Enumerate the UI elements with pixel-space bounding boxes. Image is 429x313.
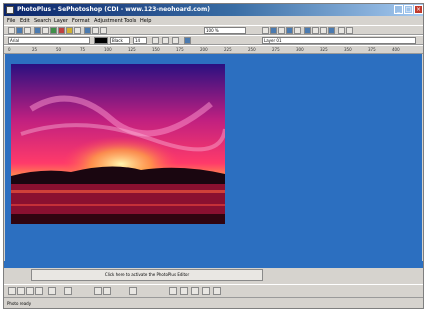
- new-icon[interactable]: [8, 27, 15, 34]
- menu-item-tools[interactable]: Tools: [124, 18, 136, 24]
- bold-icon[interactable]: [152, 37, 159, 44]
- ruler-tick: 100: [104, 47, 112, 52]
- color-swatch[interactable]: [94, 37, 108, 44]
- align-left-icon[interactable]: [262, 27, 269, 34]
- align-center-icon[interactable]: [270, 27, 277, 34]
- open-icon[interactable]: [16, 27, 23, 34]
- app-window: PhotoPlus - SePhotoshop (CDI - www.123-n…: [3, 3, 424, 309]
- ruler-tick: 200: [200, 47, 208, 52]
- menu-item-search[interactable]: Search: [34, 18, 51, 24]
- ruler-tick: 25: [32, 47, 38, 52]
- ruler-tick: 75: [80, 47, 86, 52]
- layer-select[interactable]: Layer 01: [262, 37, 416, 44]
- title-bar[interactable]: PhotoPlus - SePhotoshop (CDI - www.123-n…: [4, 4, 423, 16]
- minimize-icon[interactable]: _: [394, 5, 403, 14]
- color-icon[interactable]: [320, 27, 327, 34]
- fill-tool-icon[interactable]: [202, 287, 210, 295]
- menu-bar: File Edit Search Layer Format Adjustment…: [4, 16, 423, 25]
- hand-icon[interactable]: [100, 27, 107, 34]
- justify-icon[interactable]: [286, 27, 293, 34]
- canvas-footer: [4, 261, 423, 268]
- ruler-tick: 375: [368, 47, 376, 52]
- menu-item-layer[interactable]: Layer: [54, 18, 68, 24]
- ruler-tick: 0: [8, 47, 11, 52]
- eraser-tool-icon[interactable]: [35, 287, 43, 295]
- menu-item-file[interactable]: File: [7, 18, 15, 24]
- maximize-icon[interactable]: □: [404, 5, 413, 14]
- copy-icon[interactable]: [50, 27, 57, 34]
- ruler-tick: 400: [392, 47, 400, 52]
- editor-canvas[interactable]: [5, 54, 422, 261]
- shape-tool-icon[interactable]: [48, 287, 56, 295]
- crop-tool-icon[interactable]: [17, 287, 25, 295]
- image-icon[interactable]: [184, 37, 191, 44]
- bottom-toolbar: [4, 284, 423, 296]
- zoom-field[interactable]: 100 %: [204, 27, 246, 34]
- ruler-tick: 275: [272, 47, 280, 52]
- ruler-tick: 225: [224, 47, 232, 52]
- format-toolbar: Arial Black 14 Layer 01: [4, 35, 423, 45]
- menu-item-help[interactable]: Help: [140, 18, 151, 24]
- status-bar: Photo ready: [4, 297, 423, 308]
- standard-toolbar: 100 %: [4, 25, 423, 35]
- close-icon[interactable]: ×: [414, 5, 423, 14]
- ruler-tick: 150: [152, 47, 160, 52]
- bullets-icon[interactable]: [294, 27, 301, 34]
- menu-item-format[interactable]: Format: [72, 18, 90, 24]
- fill-icon[interactable]: [328, 27, 335, 34]
- activate-editor-button[interactable]: Click here to activate the PhotoPlus Edi…: [31, 269, 263, 281]
- redo-icon[interactable]: [84, 27, 91, 34]
- save-icon[interactable]: [24, 27, 31, 34]
- menu-item-adjustment[interactable]: Adjustment: [94, 18, 123, 24]
- cut-icon[interactable]: [42, 27, 49, 34]
- ruler: 0 25 50 75 100 125 150 175 200 225 250 2…: [4, 45, 423, 54]
- font-select[interactable]: Arial: [8, 37, 90, 44]
- ruler-tick: 300: [296, 47, 304, 52]
- rectangle-tool-icon[interactable]: [180, 287, 188, 295]
- ruler-tick: 125: [128, 47, 136, 52]
- app-icon[interactable]: [6, 6, 14, 14]
- gradient-tool-icon[interactable]: [129, 287, 137, 295]
- text-tool-icon[interactable]: [94, 287, 102, 295]
- paste-icon[interactable]: [58, 27, 65, 34]
- magic-tool-icon[interactable]: [213, 287, 221, 295]
- ruler-tick: 175: [176, 47, 184, 52]
- select-tool-icon[interactable]: [8, 287, 16, 295]
- menu-item-edit[interactable]: Edit: [20, 18, 30, 24]
- align-right-icon[interactable]: [278, 27, 285, 34]
- layer-icon[interactable]: [338, 27, 345, 34]
- ruler-tick: 250: [248, 47, 256, 52]
- clone-tool-icon[interactable]: [169, 287, 177, 295]
- ruler-tick: 350: [344, 47, 352, 52]
- eyedropper-tool-icon[interactable]: [191, 287, 199, 295]
- brush-icon[interactable]: [66, 27, 73, 34]
- zoom-icon[interactable]: [92, 27, 99, 34]
- settings-icon[interactable]: [346, 27, 353, 34]
- outdent-icon[interactable]: [312, 27, 319, 34]
- indent-icon[interactable]: [304, 27, 311, 34]
- underline-icon[interactable]: [172, 37, 179, 44]
- print-icon[interactable]: [34, 27, 41, 34]
- arrow-tool-icon[interactable]: [103, 287, 111, 295]
- style-select[interactable]: Black: [110, 37, 130, 44]
- italic-icon[interactable]: [162, 37, 169, 44]
- ruler-tick: 50: [56, 47, 62, 52]
- undo-icon[interactable]: [74, 27, 81, 34]
- paint-tool-icon[interactable]: [26, 287, 34, 295]
- window-title: PhotoPlus - SePhotoshop (CDI - www.123-n…: [17, 6, 210, 13]
- size-select[interactable]: 14: [133, 37, 147, 44]
- ruler-tick: 325: [320, 47, 328, 52]
- line-tool-icon[interactable]: [64, 287, 72, 295]
- sunset-photo[interactable]: [11, 64, 225, 224]
- status-text: Photo ready: [7, 301, 32, 306]
